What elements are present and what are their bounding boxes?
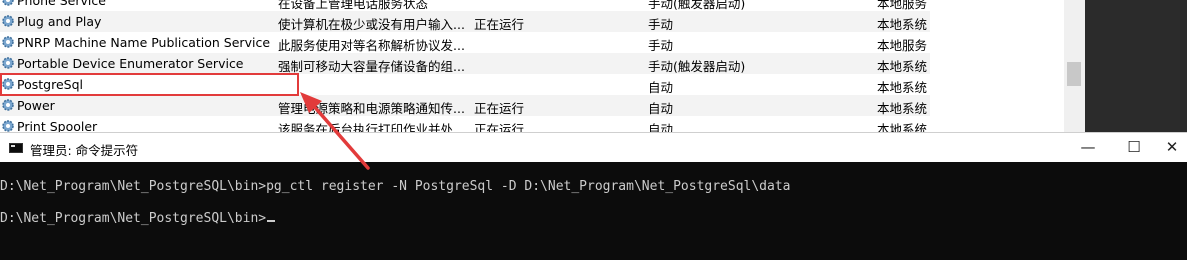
background-strip — [1085, 0, 1187, 133]
minimize-button[interactable]: — — [1065, 133, 1111, 162]
services-list: Phone Service 在设备上管理电话服务状态 手动(触发器启动) 本地服… — [0, 0, 1187, 133]
service-name: Print Spooler — [17, 119, 98, 133]
window-title: 管理员: 命令提示符 — [30, 143, 139, 158]
service-name: PNRP Machine Name Publication Service — [17, 35, 271, 50]
service-row[interactable]: Plug and Play 使计算机在极少或没有用户输入... 正在运行 手动 … — [0, 11, 930, 32]
service-row[interactable]: Power 管理电源策略和电源策略通知传... 正在运行 自动 本地系统 — [0, 95, 930, 116]
highlight-box — [0, 73, 299, 96]
service-description: 管理电源策略和电源策略通知传... — [278, 101, 465, 116]
services-rows: Phone Service 在设备上管理电话服务状态 手动(触发器启动) 本地服… — [0, 0, 930, 133]
console-prompt-line: D:\Net_Program\Net_PostgreSQL\bin> — [0, 211, 276, 226]
service-name: Phone Service — [17, 0, 106, 8]
service-row[interactable]: PNRP Machine Name Publication Service 此服… — [0, 32, 930, 53]
service-startup: 手动 — [648, 17, 674, 32]
service-logon: 本地系统 — [877, 17, 928, 32]
gear-icon — [2, 57, 14, 69]
close-button[interactable]: ✕ — [1157, 133, 1187, 162]
gear-icon — [2, 120, 14, 132]
service-startup: 自动 — [648, 80, 674, 95]
console-prompt: D:\Net_Program\Net_PostgreSQL\bin> — [0, 211, 267, 226]
service-startup: 手动 — [648, 38, 674, 53]
service-logon: 本地系统 — [877, 122, 928, 133]
gear-icon — [2, 15, 14, 27]
service-status: 正在运行 — [474, 122, 525, 133]
maximize-button[interactable]: ☐ — [1111, 133, 1157, 162]
service-description: 此服务使用对等名称解析协议发... — [278, 38, 465, 53]
service-row[interactable]: Print Spooler 该服务在后台执行打印作业并处... 正在运行 自动 … — [0, 116, 930, 133]
service-status: 正在运行 — [474, 101, 525, 116]
service-logon: 本地系统 — [877, 80, 928, 95]
gear-icon — [2, 36, 14, 48]
gear-icon — [2, 99, 14, 111]
service-name: Power — [17, 98, 55, 113]
service-row[interactable]: Phone Service 在设备上管理电话服务状态 手动(触发器启动) 本地服… — [0, 0, 930, 11]
service-description: 强制可移动大容量存储设备的组... — [278, 59, 465, 74]
gear-icon — [2, 0, 14, 6]
console-line: D:\Net_Program\Net_PostgreSQL\bin>pg_ctl… — [0, 179, 791, 194]
service-logon: 本地系统 — [877, 101, 928, 116]
service-row[interactable]: Portable Device Enumerator Service 强制可移动… — [0, 53, 930, 74]
cmd-window: 管理员: 命令提示符 — ☐ ✕ D:\Net_Program\Net_Post… — [0, 132, 1187, 260]
console-output[interactable]: D:\Net_Program\Net_PostgreSQL\bin>pg_ctl… — [0, 162, 1187, 260]
service-description: 该服务在后台执行打印作业并处... — [278, 122, 465, 133]
service-name: Portable Device Enumerator Service — [17, 56, 244, 71]
service-startup: 自动 — [648, 101, 674, 116]
service-description: 使计算机在极少或没有用户输入... — [278, 17, 465, 32]
service-logon: 本地服务 — [877, 38, 928, 53]
text-cursor — [267, 220, 276, 222]
service-logon: 本地系统 — [877, 59, 928, 74]
service-startup: 自动 — [648, 122, 674, 133]
service-status: 正在运行 — [474, 17, 525, 32]
cmd-icon — [9, 143, 23, 153]
scrollbar-thumb[interactable] — [1067, 62, 1081, 86]
cmd-titlebar[interactable]: 管理员: 命令提示符 — ☐ ✕ — [0, 132, 1187, 162]
service-startup: 手动(触发器启动) — [648, 59, 746, 74]
service-name: Plug and Play — [17, 14, 102, 29]
